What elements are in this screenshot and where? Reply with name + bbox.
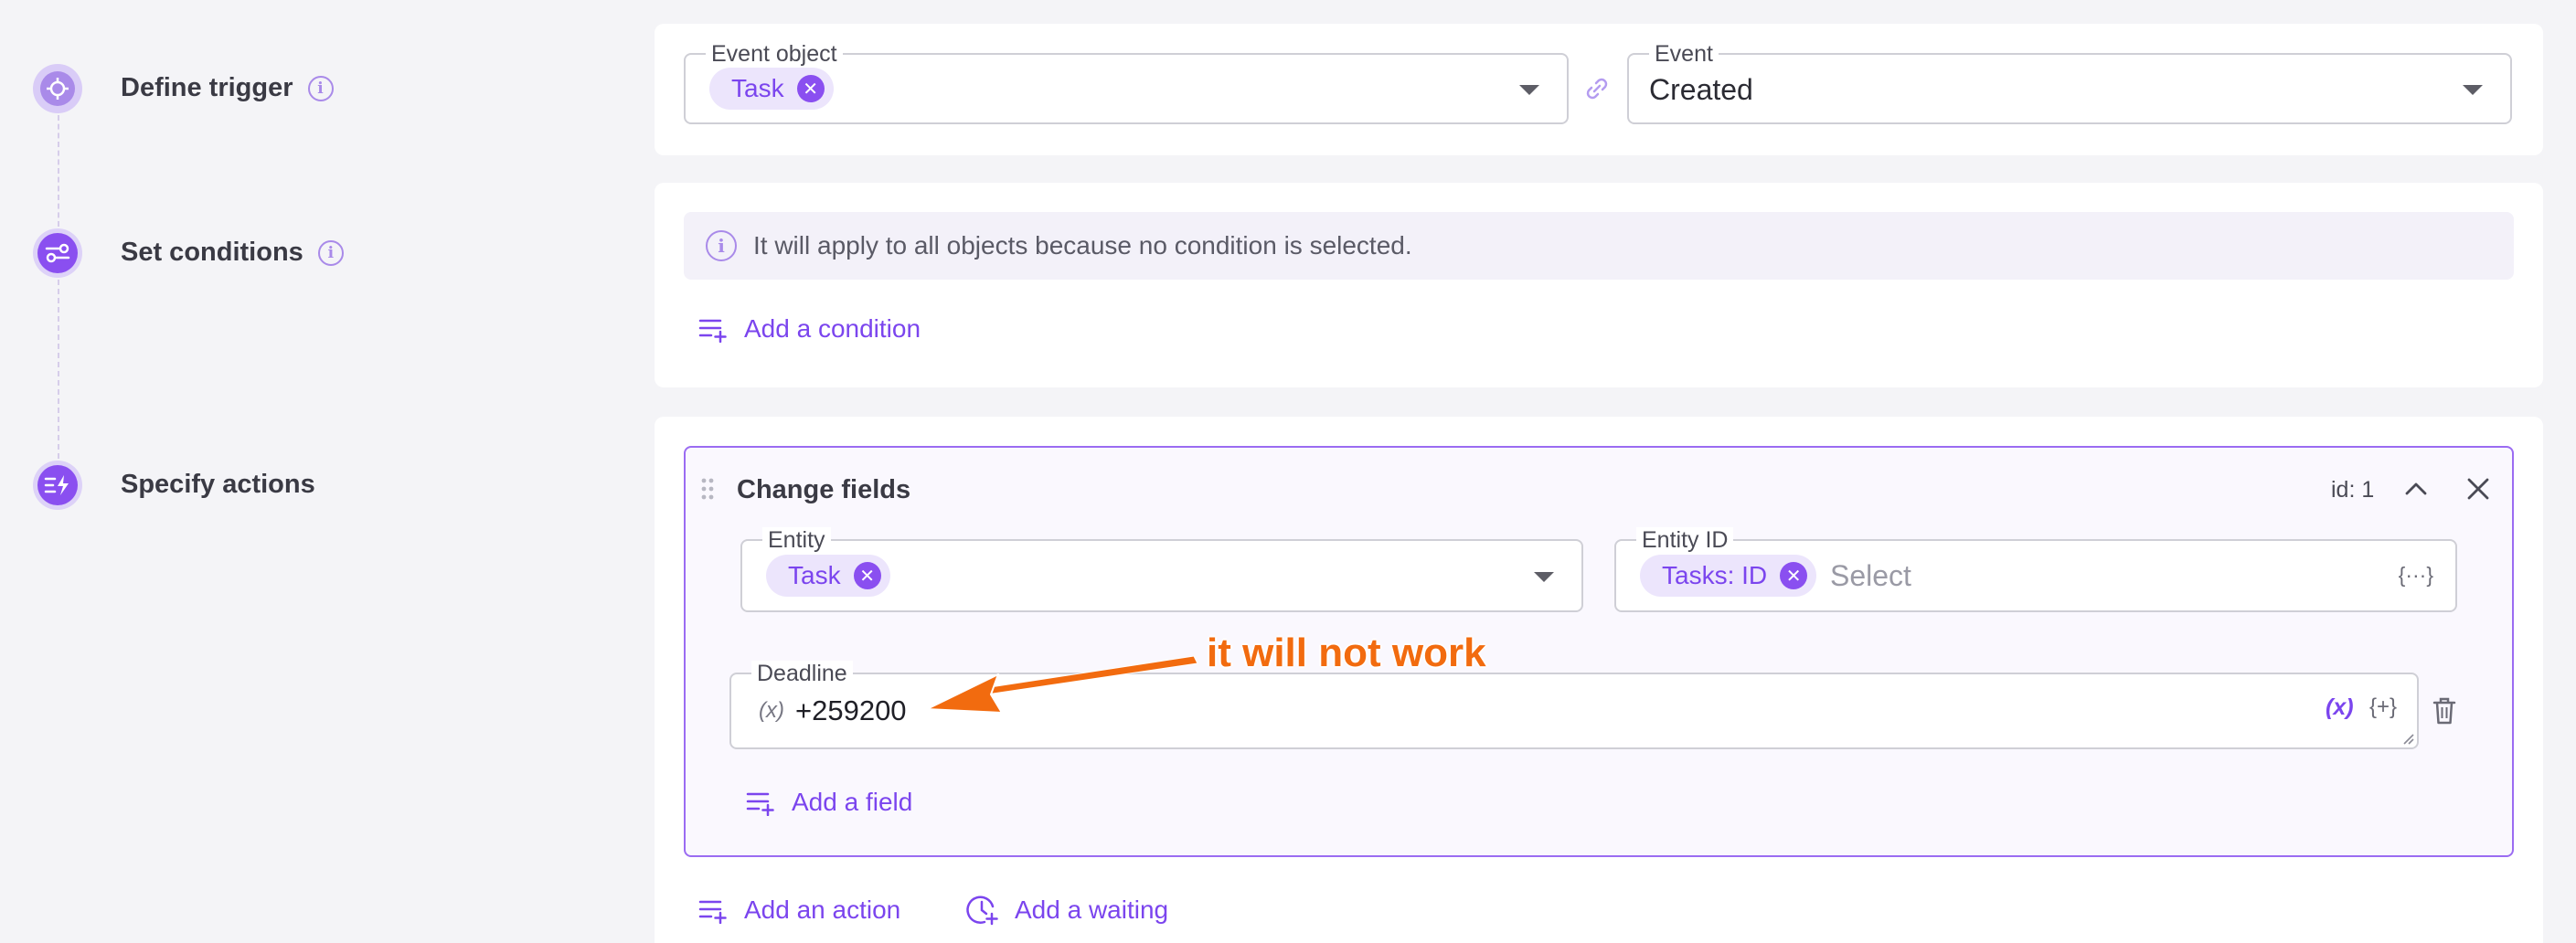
- entity-chip: Task ✕: [766, 555, 890, 597]
- remove-chip-icon[interactable]: ✕: [796, 75, 825, 102]
- add-action-label: Add an action: [744, 895, 901, 924]
- variable-icon: (x): [759, 698, 784, 723]
- code-braces-icon[interactable]: {···}: [2399, 563, 2433, 588]
- add-field-button[interactable]: Add a field: [746, 788, 912, 817]
- no-condition-banner: i It will apply to all objects because n…: [684, 212, 2514, 280]
- event-object-chip: Task ✕: [709, 68, 834, 110]
- trigger-card: Event object Task ✕ Event Created: [655, 24, 2543, 155]
- step-label: Specify actions: [121, 470, 315, 499]
- field-legend: Entity ID: [1636, 527, 1734, 553]
- define-trigger-step-icon: [33, 64, 82, 113]
- annotation-arrow: [926, 655, 1198, 714]
- chevron-down-icon[interactable]: [2463, 85, 2483, 95]
- insert-function-button[interactable]: {+}: [2369, 694, 2397, 720]
- add-action-button[interactable]: Add an action: [698, 895, 900, 925]
- conditions-card: i It will apply to all objects because n…: [655, 183, 2543, 387]
- add-waiting-button[interactable]: Add a waiting: [965, 894, 1168, 927]
- field-legend: Event: [1649, 41, 1719, 67]
- field-legend: Deadline: [751, 661, 853, 686]
- entity-select[interactable]: Entity Task ✕: [740, 527, 1583, 612]
- remove-chip-icon[interactable]: ✕: [1780, 562, 1808, 589]
- add-list-icon: [698, 900, 727, 924]
- drag-handle-icon[interactable]: [700, 477, 715, 501]
- event-object-select[interactable]: Event object Task ✕: [684, 41, 1569, 124]
- annotation-text: it will not work: [1207, 630, 1486, 675]
- step-define-trigger: Define trigger i: [121, 73, 334, 103]
- step-connector: [58, 280, 59, 459]
- trash-icon[interactable]: [2432, 696, 2457, 726]
- info-icon[interactable]: i: [317, 239, 344, 266]
- chevron-down-icon[interactable]: [1519, 85, 1539, 95]
- step-set-conditions: Set conditions i: [121, 238, 344, 268]
- set-conditions-step-icon: [33, 228, 82, 278]
- target-icon: [47, 78, 69, 100]
- add-waiting-label: Add a waiting: [1015, 895, 1169, 924]
- insert-variable-button[interactable]: (x): [2326, 694, 2354, 721]
- step-specify-actions: Specify actions: [121, 470, 315, 500]
- chevron-up-icon[interactable]: [2404, 481, 2428, 497]
- lightning-list-icon: [44, 475, 69, 495]
- event-select[interactable]: Event Created: [1627, 41, 2512, 124]
- banner-text: It will apply to all objects because no …: [753, 231, 1412, 260]
- close-icon[interactable]: [2466, 477, 2490, 501]
- clock-add-icon: [966, 895, 998, 926]
- resize-handle-icon[interactable]: [2400, 731, 2415, 746]
- info-icon: i: [706, 230, 737, 261]
- chip-label: Tasks: ID: [1662, 561, 1768, 589]
- step-label: Define trigger: [121, 73, 293, 102]
- chip-label: Task: [731, 74, 784, 102]
- add-field-label: Add a field: [792, 788, 913, 816]
- event-value: Created: [1649, 73, 1753, 106]
- add-list-icon: [698, 319, 727, 343]
- entity-id-chip: Tasks: ID ✕: [1640, 555, 1817, 597]
- add-condition-label: Add a condition: [744, 314, 921, 343]
- action-title: Change fields: [737, 475, 911, 504]
- deadline-value[interactable]: +259200: [795, 694, 907, 727]
- specify-actions-step-icon: [33, 461, 82, 510]
- entity-id-placeholder[interactable]: Select: [1830, 559, 1911, 593]
- step-label: Set conditions: [121, 238, 303, 267]
- action-id: id: 1: [2331, 477, 2375, 503]
- chip-label: Task: [788, 561, 841, 589]
- entity-id-select[interactable]: Entity ID Tasks: ID ✕ Select {···}: [1614, 527, 2457, 612]
- filter-sliders-icon: [45, 243, 70, 263]
- link-icon[interactable]: [1583, 75, 1611, 102]
- remove-chip-icon[interactable]: ✕: [853, 562, 881, 589]
- field-legend: Entity: [762, 527, 831, 553]
- chevron-down-icon[interactable]: [1534, 572, 1554, 582]
- info-icon[interactable]: i: [307, 75, 334, 101]
- step-connector: [58, 115, 59, 227]
- add-condition-button[interactable]: Add a condition: [698, 314, 921, 344]
- field-legend: Event object: [706, 41, 843, 67]
- add-list-icon: [746, 792, 774, 816]
